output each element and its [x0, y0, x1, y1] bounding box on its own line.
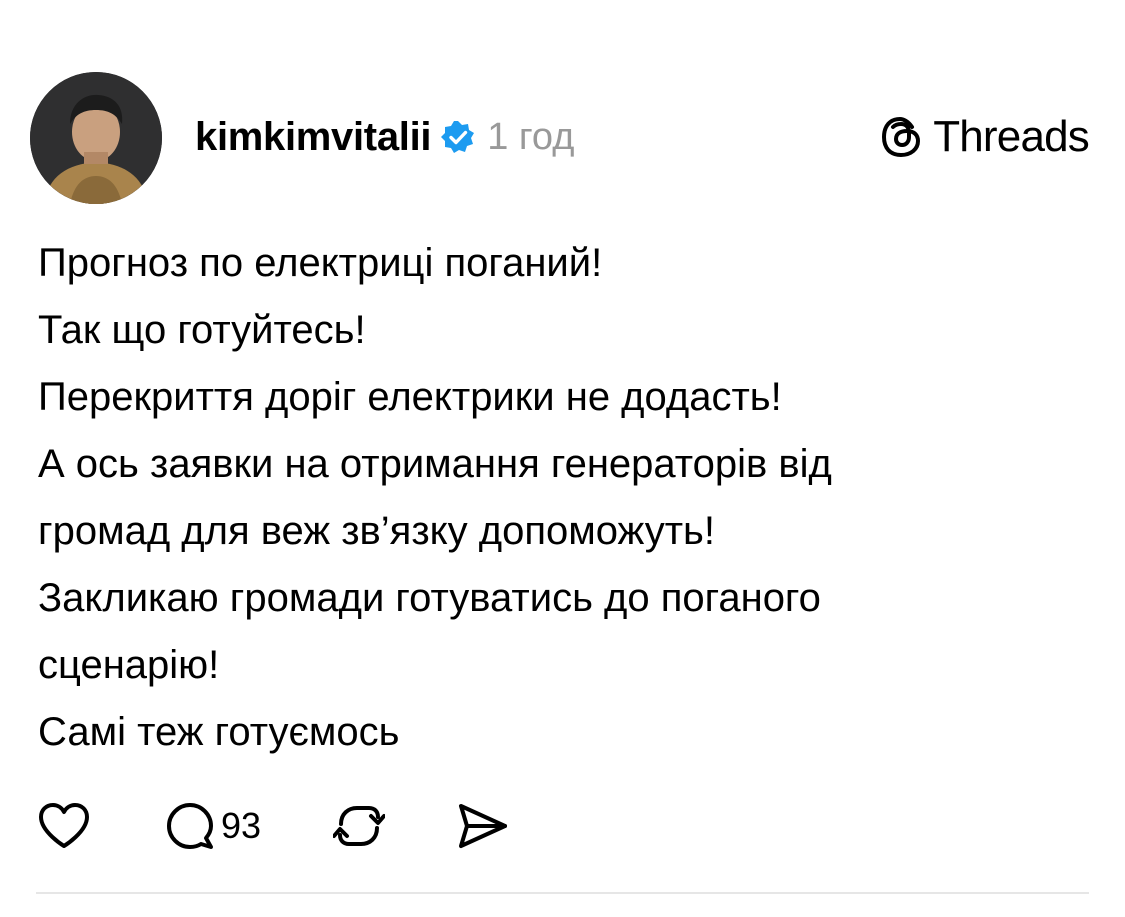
divider [36, 892, 1089, 894]
brand-name: Threads [933, 112, 1090, 161]
post-text-line: Так що готуйтесь! [38, 308, 366, 352]
post-header: kimkimvitalii 1 год [195, 112, 574, 162]
post-text-line: Самі теж готуємось [38, 710, 400, 754]
threads-logo-icon [879, 114, 925, 160]
post-time: 1 год [487, 115, 575, 158]
threads-brand: Threads [879, 112, 1090, 162]
comment-icon [167, 803, 213, 849]
post-text: Прогноз по електриці поганий! Так що гот… [38, 230, 1098, 766]
reply-count: 93 [221, 805, 262, 846]
username[interactable]: kimkimvitalii [195, 115, 432, 160]
post-text-line: Перекриття доріг електрики не додасть! [38, 375, 782, 419]
post-actions: 93 [38, 798, 509, 854]
post-text-line: Закликаю громади готуватись до поганого [38, 576, 821, 620]
avatar[interactable] [30, 72, 162, 204]
like-button[interactable] [38, 802, 90, 850]
post-text-line: А ось заявки на отримання генераторів ві… [38, 442, 832, 486]
share-button[interactable] [457, 801, 509, 851]
repost-button[interactable] [333, 800, 386, 852]
repost-icon [333, 806, 386, 846]
reply-button[interactable]: 93 [165, 801, 261, 851]
post-text-line: Прогноз по електриці поганий! [38, 241, 603, 285]
avatar-photo [30, 72, 162, 204]
verified-badge-icon [441, 120, 475, 154]
post-text-line: громад для веж зв’язку допоможуть! [38, 509, 716, 553]
threads-post: kimkimvitalii 1 год Threads Прогноз по е… [0, 0, 1125, 917]
send-icon [459, 804, 508, 848]
heart-icon [39, 803, 89, 848]
post-text-line: сценарію! [38, 643, 220, 687]
